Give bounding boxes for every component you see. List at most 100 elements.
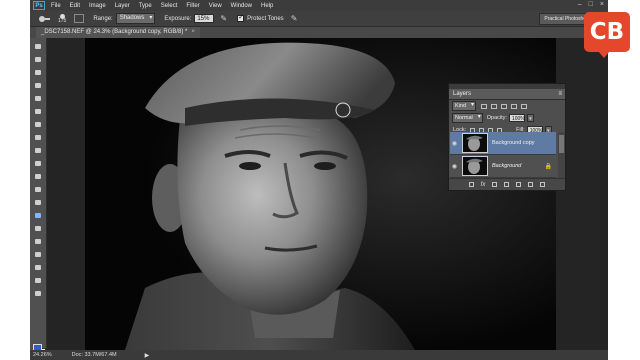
menu-filter[interactable]: Filter	[186, 3, 199, 9]
brand-logo: CB	[584, 12, 630, 58]
minimize-button[interactable]: –	[578, 1, 582, 8]
menu-window[interactable]: Window	[231, 3, 252, 9]
fx-icon[interactable]: fx	[481, 182, 486, 188]
opacity-input[interactable]: 100%	[508, 114, 525, 122]
photoshop-logo: Ps	[33, 1, 45, 10]
exposure-label: Exposure:	[164, 15, 192, 22]
layer-name: Background	[492, 163, 522, 169]
filter-icons	[481, 103, 528, 109]
move-icon[interactable]	[32, 42, 44, 51]
shape-icon[interactable]	[32, 263, 44, 272]
pixel-filter-icon[interactable]	[481, 103, 488, 109]
smart-object-filter-icon[interactable]	[521, 103, 528, 109]
adjustment-filter-icon[interactable]	[491, 103, 498, 109]
status-bar: 24.26% Doc: 33.7M/67.4M ▶	[30, 350, 608, 360]
layers-panel: Layers ≡ Kind Normal Opacity: 100% ▾ Loc…	[448, 83, 566, 191]
layer-row-background-copy[interactable]: ◉ Background copy	[450, 132, 556, 155]
menu-type[interactable]: Type	[139, 3, 152, 9]
options-bar: 175 Range: Shadows Exposure: 15% ✎ Prote…	[30, 11, 608, 27]
filter-kind-select[interactable]: Kind	[452, 101, 477, 111]
menu-select[interactable]: Select	[161, 3, 178, 9]
brush-size: 175	[58, 17, 67, 24]
gradient-icon[interactable]	[32, 185, 44, 194]
eyedropper-icon[interactable]	[32, 107, 44, 116]
lock-icon: 🔒	[544, 163, 552, 170]
zoom-icon[interactable]	[32, 289, 44, 298]
dodge-icon[interactable]	[32, 211, 44, 220]
hand-icon[interactable]	[32, 276, 44, 285]
eraser-icon[interactable]	[32, 172, 44, 181]
blend-row: Normal Opacity: 100% ▾	[449, 112, 565, 124]
pressure-size-icon[interactable]: ✎	[291, 14, 298, 23]
link-icon[interactable]	[468, 182, 474, 187]
dodge-tool-icon	[39, 15, 50, 22]
layers-panel-title: Layers	[453, 91, 472, 97]
brush-icon[interactable]	[32, 133, 44, 142]
visibility-eye-icon[interactable]: ◉	[450, 163, 459, 170]
menu-layer[interactable]: Layer	[115, 3, 130, 9]
filter-row: Kind	[449, 100, 565, 112]
status-menu-arrow-icon[interactable]: ▶	[145, 352, 150, 359]
opacity-label: Opacity:	[486, 115, 507, 121]
layer-name: Background copy	[492, 140, 535, 146]
close-button[interactable]: ×	[600, 1, 604, 8]
shape-filter-icon[interactable]	[511, 103, 518, 109]
layers-panel-tab[interactable]: Layers ≡	[449, 89, 565, 100]
mask-icon[interactable]	[492, 182, 498, 187]
group-icon[interactable]	[516, 182, 522, 187]
document-tab-title: _DSC7158.NEF @ 24.3% (Background copy, R…	[41, 29, 188, 35]
protect-tones-label: Protect Tones	[247, 15, 284, 22]
visibility-eye-icon[interactable]: ◉	[450, 140, 459, 147]
airbrush-icon[interactable]: ✎	[220, 14, 227, 23]
protect-tones-checkbox[interactable]	[237, 13, 245, 22]
crop-icon[interactable]	[32, 94, 44, 103]
healing-icon[interactable]	[32, 120, 44, 129]
toolbox	[30, 38, 47, 357]
opacity-arrow-icon[interactable]: ▾	[526, 114, 534, 122]
brush-panel-icon[interactable]	[74, 14, 85, 23]
range-select[interactable]: Shadows	[115, 13, 156, 24]
clone-stamp-icon[interactable]	[32, 146, 44, 155]
quick-select-icon[interactable]	[32, 81, 44, 90]
menu-view[interactable]: View	[209, 3, 222, 9]
type-icon[interactable]	[32, 237, 44, 246]
scrollbar-thumb[interactable]	[559, 135, 564, 153]
exposure-input[interactable]: 15%	[194, 14, 215, 23]
path-select-icon[interactable]	[32, 250, 44, 259]
menu-bar: Ps File Edit Image Layer Type Select Fil…	[30, 0, 608, 11]
layer-thumbnail	[462, 133, 488, 153]
tool-preset-picker[interactable]	[36, 14, 52, 24]
layer-thumbnail	[462, 156, 488, 176]
history-brush-icon[interactable]	[32, 159, 44, 168]
menu-file[interactable]: File	[51, 3, 61, 9]
brush-picker[interactable]: 175	[58, 13, 67, 24]
panel-menu-icon[interactable]: ≡	[558, 91, 562, 97]
range-label: Range:	[93, 15, 113, 22]
trash-icon[interactable]	[540, 182, 546, 187]
lasso-icon[interactable]	[32, 68, 44, 77]
thumbnail-portrait-icon	[463, 157, 487, 175]
zoom-level[interactable]: 24.26%	[33, 352, 52, 358]
menu-image[interactable]: Image	[89, 3, 106, 9]
blur-icon[interactable]	[32, 198, 44, 207]
maximize-button[interactable]: □	[589, 1, 593, 8]
window-controls: – □ ×	[578, 1, 604, 8]
menu-help[interactable]: Help	[261, 3, 273, 9]
close-tab-icon[interactable]: ×	[191, 29, 195, 35]
layers-panel-footer: fx	[449, 178, 565, 190]
thumbnail-portrait-icon	[463, 134, 487, 152]
document-tab-bar: _DSC7158.NEF @ 24.3% (Background copy, R…	[30, 27, 608, 38]
blend-mode-select[interactable]: Normal	[452, 113, 483, 123]
type-filter-icon[interactable]	[501, 103, 508, 109]
layer-list: ◉ Background copy ◉ Background 🔒	[450, 132, 556, 178]
layer-row-background[interactable]: ◉ Background 🔒	[450, 155, 556, 178]
pen-icon[interactable]	[32, 224, 44, 233]
layers-scrollbar[interactable]	[558, 132, 565, 178]
document-tab[interactable]: _DSC7158.NEF @ 24.3% (Background copy, R…	[36, 27, 200, 38]
new-layer-icon[interactable]	[528, 182, 534, 187]
adjustment-icon[interactable]	[504, 182, 510, 187]
document-size: Doc: 33.7M/67.4M	[71, 352, 117, 358]
photoshop-window: Ps File Edit Image Layer Type Select Fil…	[30, 0, 608, 360]
marquee-icon[interactable]	[32, 55, 44, 64]
menu-edit[interactable]: Edit	[70, 3, 80, 9]
